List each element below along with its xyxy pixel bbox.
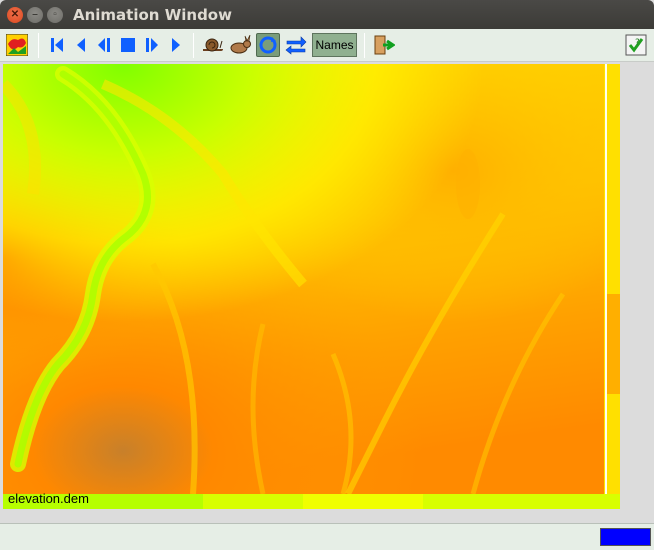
- step-forward-icon[interactable]: [140, 33, 164, 57]
- minimize-window-button[interactable]: –: [27, 7, 43, 23]
- side-panel: [620, 64, 654, 523]
- rewind-to-start-icon[interactable]: [45, 33, 69, 57]
- animation-toolbar: Names ?: [0, 29, 654, 62]
- svg-text:?: ?: [635, 38, 640, 48]
- step-backward-icon[interactable]: [92, 33, 116, 57]
- loop-icon[interactable]: [256, 33, 280, 57]
- slower-snail-icon[interactable]: [201, 33, 225, 57]
- title-bar: ✕ – ▫ Animation Window: [0, 0, 654, 29]
- faster-rabbit-icon[interactable]: [229, 33, 253, 57]
- swing-icon[interactable]: [284, 33, 308, 57]
- maximize-window-button[interactable]: ▫: [47, 7, 63, 23]
- exit-icon[interactable]: [372, 33, 396, 57]
- play-backward-icon[interactable]: [69, 33, 93, 57]
- map-display-icon[interactable]: [5, 33, 29, 57]
- stop-icon[interactable]: [116, 33, 140, 57]
- help-icon[interactable]: ?: [624, 33, 648, 57]
- map-layer-name: elevation.dem: [8, 491, 89, 506]
- window-title: Animation Window: [73, 6, 232, 24]
- names-toggle-button[interactable]: Names: [312, 33, 357, 57]
- elevation-map-canvas[interactable]: [3, 64, 620, 509]
- status-bar: [0, 523, 654, 550]
- play-forward-icon[interactable]: [164, 33, 188, 57]
- animation-progress-bar: [600, 528, 651, 546]
- close-window-button[interactable]: ✕: [7, 7, 23, 23]
